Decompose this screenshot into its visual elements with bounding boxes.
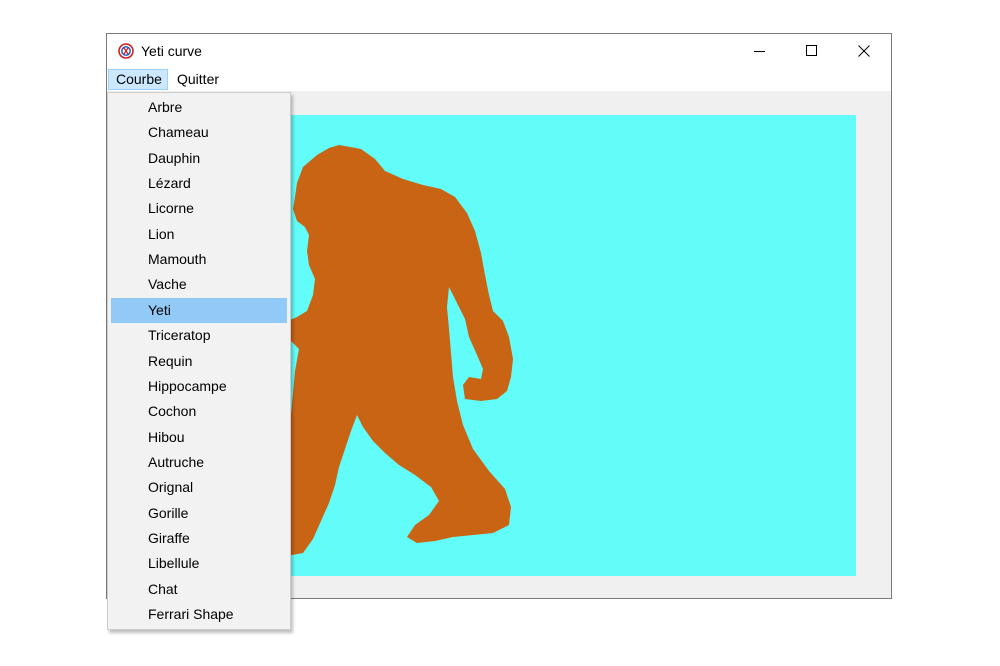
menu-item-triceratop[interactable]: Triceratop [111, 323, 287, 348]
menu-item-dauphin[interactable]: Dauphin [111, 146, 287, 171]
menu-bar: Courbe Quitter [107, 68, 891, 91]
menu-item-libellule[interactable]: Libellule [111, 551, 287, 576]
menu-item-chat[interactable]: Chat [111, 577, 287, 602]
menu-item-arbre[interactable]: Arbre [111, 95, 287, 120]
menu-item-yeti[interactable]: Yeti [111, 297, 287, 323]
menu-item-orignal[interactable]: Orignal [111, 475, 287, 500]
menu-item-hibou[interactable]: Hibou [111, 425, 287, 450]
menu-item-cochon[interactable]: Cochon [111, 399, 287, 424]
menu-item-mamouth[interactable]: Mamouth [111, 247, 287, 272]
courbe-dropdown-menu: Arbre Chameau Dauphin Lézard Licorne Lion Mamo… [107, 92, 291, 630]
minimize-icon [754, 51, 765, 52]
close-icon [858, 45, 870, 57]
menu-item-giraffe[interactable]: Giraffe [111, 526, 287, 551]
app-icon [118, 43, 134, 59]
maximize-icon [806, 45, 817, 56]
minimize-button[interactable] [735, 34, 785, 68]
menu-item-vache[interactable]: Vache [111, 272, 287, 297]
close-button[interactable] [839, 34, 889, 68]
window-title: Yeti curve [141, 43, 202, 59]
menu-item-lion[interactable]: Lion [111, 222, 287, 247]
menu-item-hippocampe[interactable]: Hippocampe [111, 374, 287, 399]
menu-quitter[interactable]: Quitter [170, 69, 226, 90]
menu-item-licorne[interactable]: Licorne [111, 196, 287, 221]
menu-item-chameau[interactable]: Chameau [111, 120, 287, 145]
menu-item-gorille[interactable]: Gorille [111, 501, 287, 526]
menu-item-requin[interactable]: Requin [111, 349, 287, 374]
menu-item-ferrari-shape[interactable]: Ferrari Shape [111, 602, 287, 627]
menu-item-l-zard[interactable]: Lézard [111, 171, 287, 196]
menu-item-autruche[interactable]: Autruche [111, 450, 287, 475]
maximize-button[interactable] [787, 34, 837, 68]
menu-courbe[interactable]: Courbe [108, 69, 168, 90]
title-bar[interactable]: Yeti curve [107, 34, 891, 68]
